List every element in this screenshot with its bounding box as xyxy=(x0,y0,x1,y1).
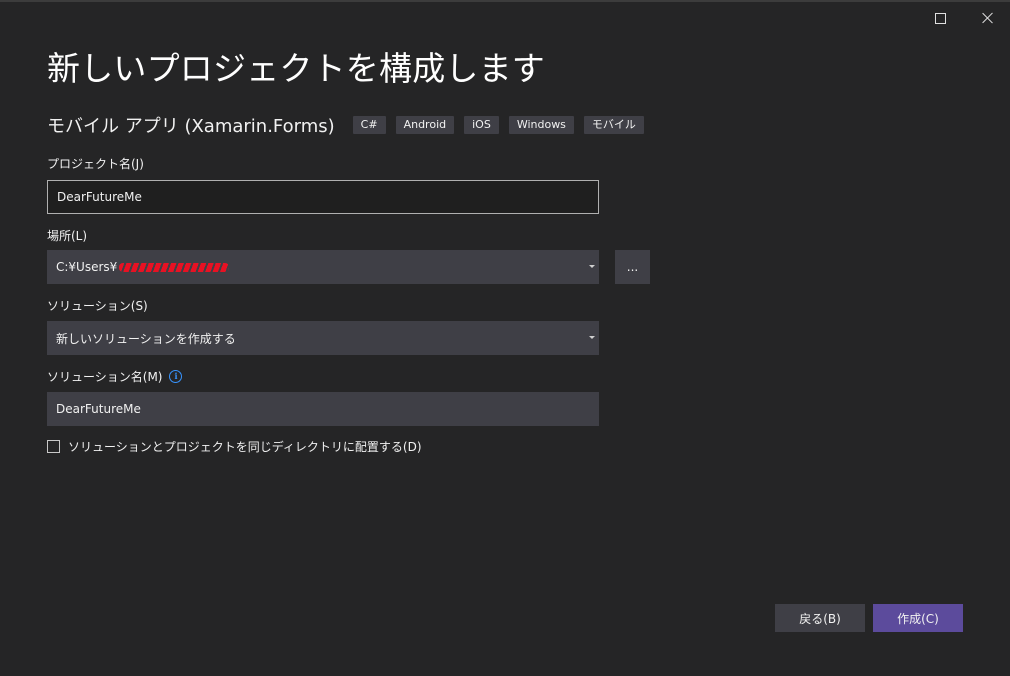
info-icon[interactable]: i xyxy=(169,370,183,383)
tag-csharp: C# xyxy=(352,116,386,134)
close-icon xyxy=(982,12,994,24)
location-label: 場所(L) xyxy=(47,229,88,243)
solution-name-input[interactable]: DearFutureMe xyxy=(47,392,599,426)
solution-name-value: DearFutureMe xyxy=(56,402,141,416)
tag-windows: Windows xyxy=(508,116,574,134)
page-title: 新しいプロジェクトを構成します xyxy=(47,49,545,88)
location-combobox[interactable]: C:¥Users¥ xyxy=(47,250,599,284)
maximize-icon xyxy=(934,12,946,24)
maximize-button[interactable] xyxy=(927,8,953,28)
project-name-value: DearFutureMe xyxy=(57,190,142,204)
template-summary: モバイル アプリ (Xamarin.Forms) C# Android iOS … xyxy=(47,112,654,138)
solution-name-label-row: ソリューション名(M) i xyxy=(47,368,183,385)
same-directory-checkbox[interactable] xyxy=(47,440,60,453)
window-top-edge xyxy=(0,0,1010,2)
same-directory-label: ソリューションとプロジェクトを同じディレクトリに配置する(D) xyxy=(68,440,422,454)
chevron-down-icon[interactable] xyxy=(589,265,595,268)
project-name-label: プロジェクト名(J) xyxy=(47,157,144,171)
tag-android: Android xyxy=(395,116,455,134)
close-button[interactable] xyxy=(975,8,1001,28)
same-directory-option[interactable]: ソリューションとプロジェクトを同じディレクトリに配置する(D) xyxy=(47,438,422,455)
template-name: モバイル アプリ (Xamarin.Forms) xyxy=(47,116,335,137)
create-button[interactable]: 作成(C) xyxy=(873,604,963,632)
redacted-path-mark xyxy=(119,262,230,272)
tag-mobile: モバイル xyxy=(583,116,644,134)
solution-dropdown[interactable]: 新しいソリューションを作成する xyxy=(47,321,599,355)
back-button[interactable]: 戻る(B) xyxy=(775,604,865,632)
location-value: C:¥Users¥ xyxy=(56,260,118,274)
solution-value: 新しいソリューションを作成する xyxy=(56,331,236,346)
tag-ios: iOS xyxy=(464,116,499,134)
chevron-down-icon[interactable] xyxy=(589,336,595,339)
solution-label: ソリューション(S) xyxy=(47,299,148,313)
browse-button[interactable]: ... xyxy=(615,250,650,284)
project-name-input[interactable]: DearFutureMe xyxy=(47,180,599,214)
solution-name-label: ソリューション名(M) xyxy=(47,370,163,384)
